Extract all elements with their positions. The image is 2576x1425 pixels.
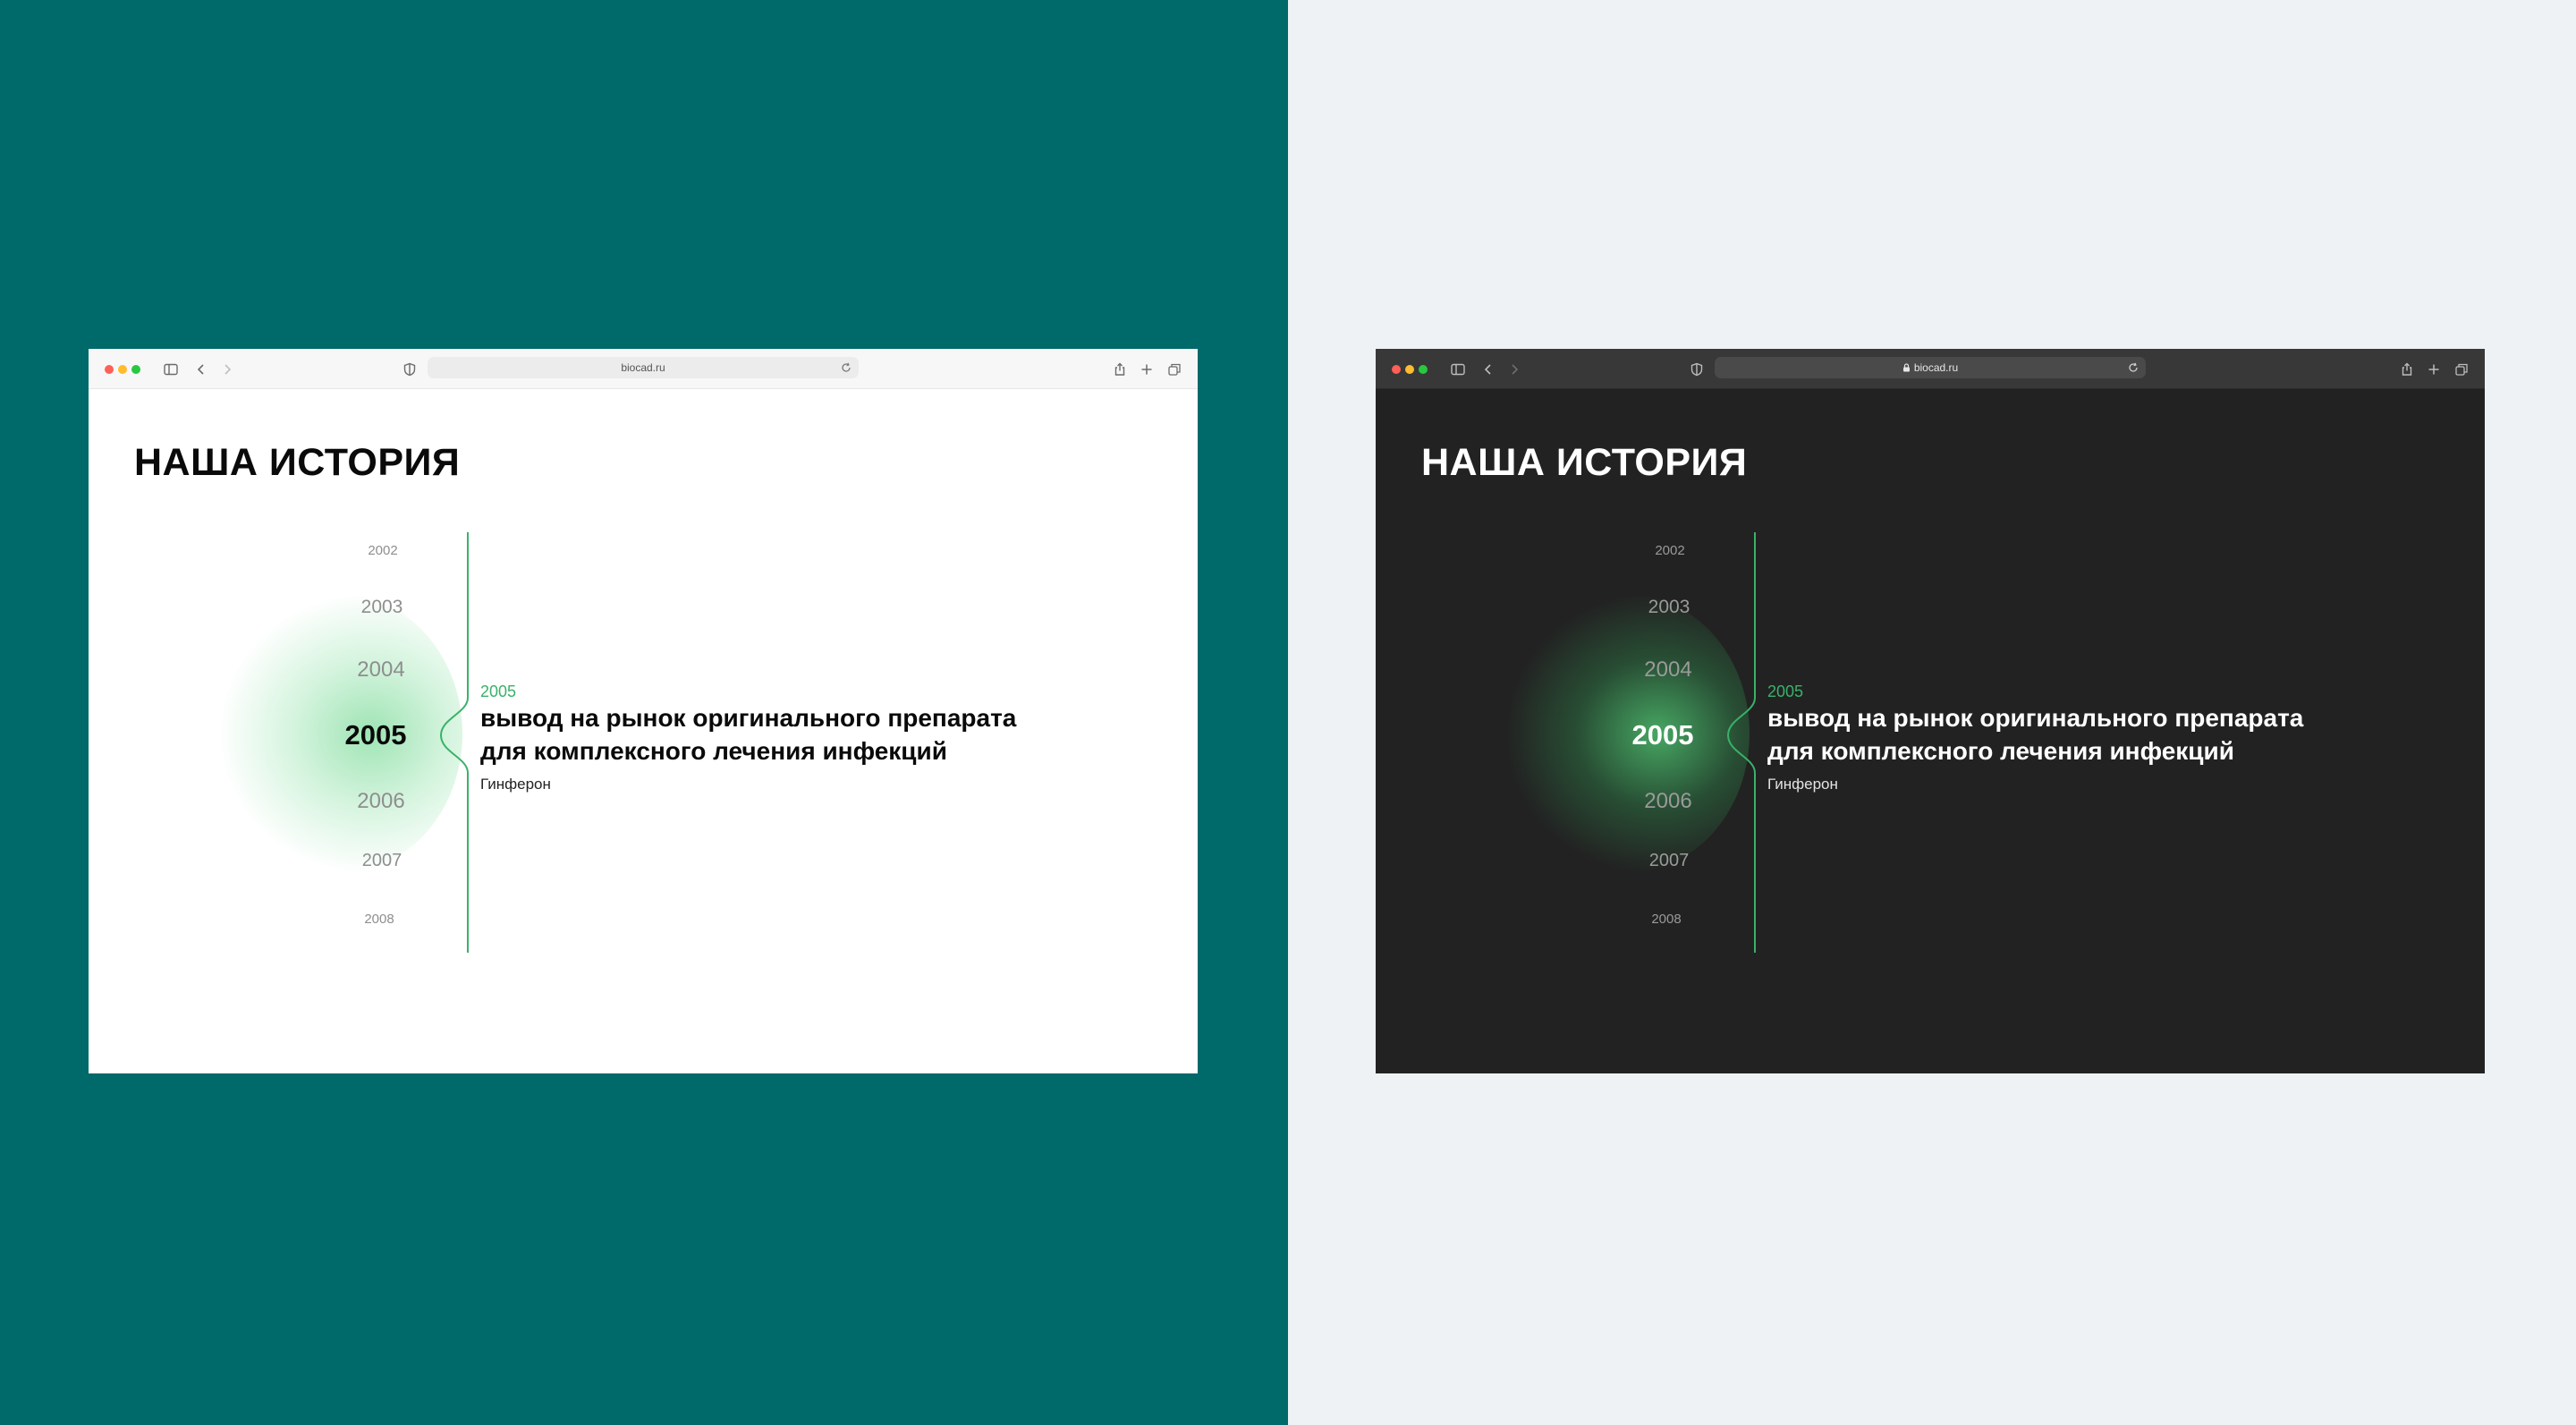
browser-toolbar: biocad.ru [89,349,1198,389]
tabs-icon[interactable] [2453,360,2470,378]
event-year: 2005 [1767,683,1804,700]
event-title: вывод на рынок оригинального препарата д… [480,701,1016,768]
minimize-window-button[interactable] [1405,365,1414,374]
address-bar[interactable]: biocad.ru [428,357,859,378]
tabs-icon[interactable] [1165,360,1183,378]
event-title-line: вывод на рынок оригинального препарата [480,704,1017,732]
event-subtitle: Гинферон [480,776,551,793]
share-icon[interactable] [2398,360,2416,378]
event-subtitle: Гинферон [1767,776,1838,793]
event-title: вывод на рынок оригинального препарата д… [1767,701,2303,768]
reload-icon[interactable] [2126,360,2140,375]
right-backdrop: biocad.ru НАША ИСТОРИЯ 2002 2003 2004 20… [1288,0,2576,1425]
timeline-year[interactable]: 2004 [1644,657,1691,683]
page-content: НАША ИСТОРИЯ 2002 2003 2004 2005 2006 20… [89,389,1198,1073]
minimize-window-button[interactable] [118,365,127,374]
zoom-window-button[interactable] [131,365,140,374]
timeline-year[interactable]: 2006 [1644,789,1691,814]
timeline-year[interactable]: 2004 [357,657,404,683]
event-title-line: вывод на рынок оригинального препарата [1767,704,2304,732]
event-title-line: для комплексного лечения инфекций [480,737,947,765]
close-window-button[interactable] [105,365,114,374]
close-window-button[interactable] [1392,365,1401,374]
timeline-year[interactable]: 2002 [1655,543,1684,558]
timeline-year[interactable]: 2006 [357,789,404,814]
address-bar[interactable]: biocad.ru [1715,357,2146,378]
sidebar-icon[interactable] [162,360,180,378]
reload-icon[interactable] [839,360,853,375]
sidebar-icon[interactable] [1449,360,1467,378]
shield-icon[interactable] [1688,360,1706,378]
timeline-year[interactable]: 2007 [1649,851,1690,871]
forward-icon[interactable] [218,360,236,378]
timeline-year[interactable]: 2008 [1651,912,1681,927]
browser-toolbar: biocad.ru [1376,349,2485,389]
zoom-window-button[interactable] [1419,365,1428,374]
timeline-year[interactable]: 2008 [364,912,394,927]
timeline-year[interactable]: 2003 [1648,597,1690,618]
url-text: biocad.ru [1913,361,1959,374]
timeline-year[interactable]: 2003 [361,597,403,618]
left-backdrop: biocad.ru НАША ИСТОРИЯ 2002 2003 2004 20… [0,0,1288,1425]
back-icon[interactable] [1479,360,1497,378]
browser-window-dark: biocad.ru НАША ИСТОРИЯ 2002 2003 2004 20… [1376,349,2485,1073]
event-title-line: для комплексного лечения инфекций [1767,737,2234,765]
timeline-year-active[interactable]: 2005 [345,719,407,751]
timeline-year[interactable]: 2007 [362,851,402,871]
event-year: 2005 [480,683,517,700]
lock-icon [1902,363,1910,372]
new-tab-icon[interactable] [1138,360,1156,378]
timeline-year[interactable]: 2002 [368,543,397,558]
new-tab-icon[interactable] [2425,360,2443,378]
share-icon[interactable] [1111,360,1129,378]
timeline-year-active[interactable]: 2005 [1632,719,1694,751]
back-icon[interactable] [192,360,210,378]
url-text: biocad.ru [621,361,665,374]
page-content: НАША ИСТОРИЯ 2002 2003 2004 2005 2006 20… [1376,389,2485,1073]
forward-icon[interactable] [1505,360,1523,378]
browser-window-light: biocad.ru НАША ИСТОРИЯ 2002 2003 2004 20… [89,349,1198,1073]
shield-icon[interactable] [401,360,419,378]
